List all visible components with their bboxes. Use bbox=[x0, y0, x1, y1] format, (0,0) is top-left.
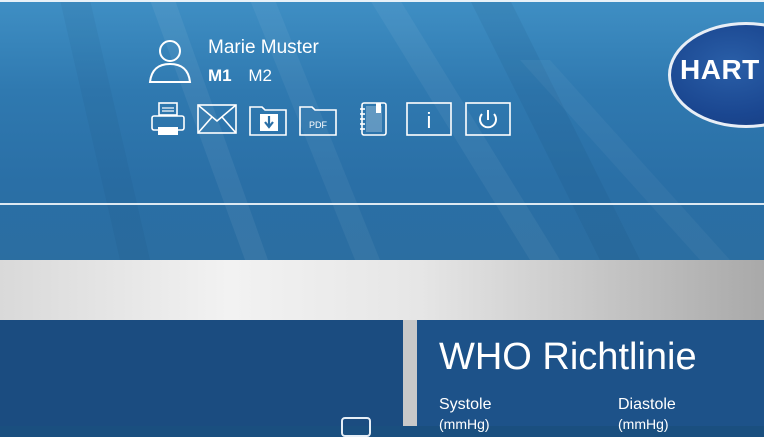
pdf-label: PDF bbox=[309, 120, 328, 130]
app-header: Marie Muster M1 M2 PDF i HART bbox=[0, 0, 764, 260]
diastole-unit: (mmHg) bbox=[618, 416, 669, 432]
info-label: i bbox=[427, 108, 432, 133]
systole-unit: (mmHg) bbox=[439, 416, 490, 432]
top-border bbox=[0, 0, 764, 2]
who-panel: WHO Richtlinie Systole Diastole (mmHg) (… bbox=[417, 320, 764, 432]
diastole-label: Diastole bbox=[618, 396, 676, 413]
user-icon bbox=[148, 40, 192, 83]
user-name: Marie Muster bbox=[208, 37, 319, 58]
measurement-modes: M1 M2 bbox=[208, 66, 272, 86]
brand-logo-text: HART bbox=[680, 54, 760, 85]
gray-band bbox=[0, 260, 764, 320]
power-icon[interactable] bbox=[464, 101, 512, 137]
mode-m1-button[interactable]: M1 bbox=[208, 66, 232, 85]
mode-m2-button[interactable]: M2 bbox=[248, 66, 272, 85]
pdf-icon[interactable]: PDF bbox=[298, 101, 338, 137]
left-panel bbox=[0, 320, 403, 437]
notebook-icon[interactable] bbox=[356, 101, 392, 137]
info-icon[interactable]: i bbox=[405, 101, 453, 137]
panel-gap bbox=[403, 320, 417, 426]
who-title: WHO Richtlinie bbox=[439, 336, 697, 378]
panel-button[interactable] bbox=[341, 417, 371, 437]
systole-label: Systole bbox=[439, 396, 492, 413]
header-divider bbox=[0, 203, 764, 205]
envelope-icon[interactable] bbox=[196, 101, 238, 137]
printer-icon[interactable] bbox=[150, 101, 186, 137]
download-icon[interactable] bbox=[248, 101, 288, 137]
